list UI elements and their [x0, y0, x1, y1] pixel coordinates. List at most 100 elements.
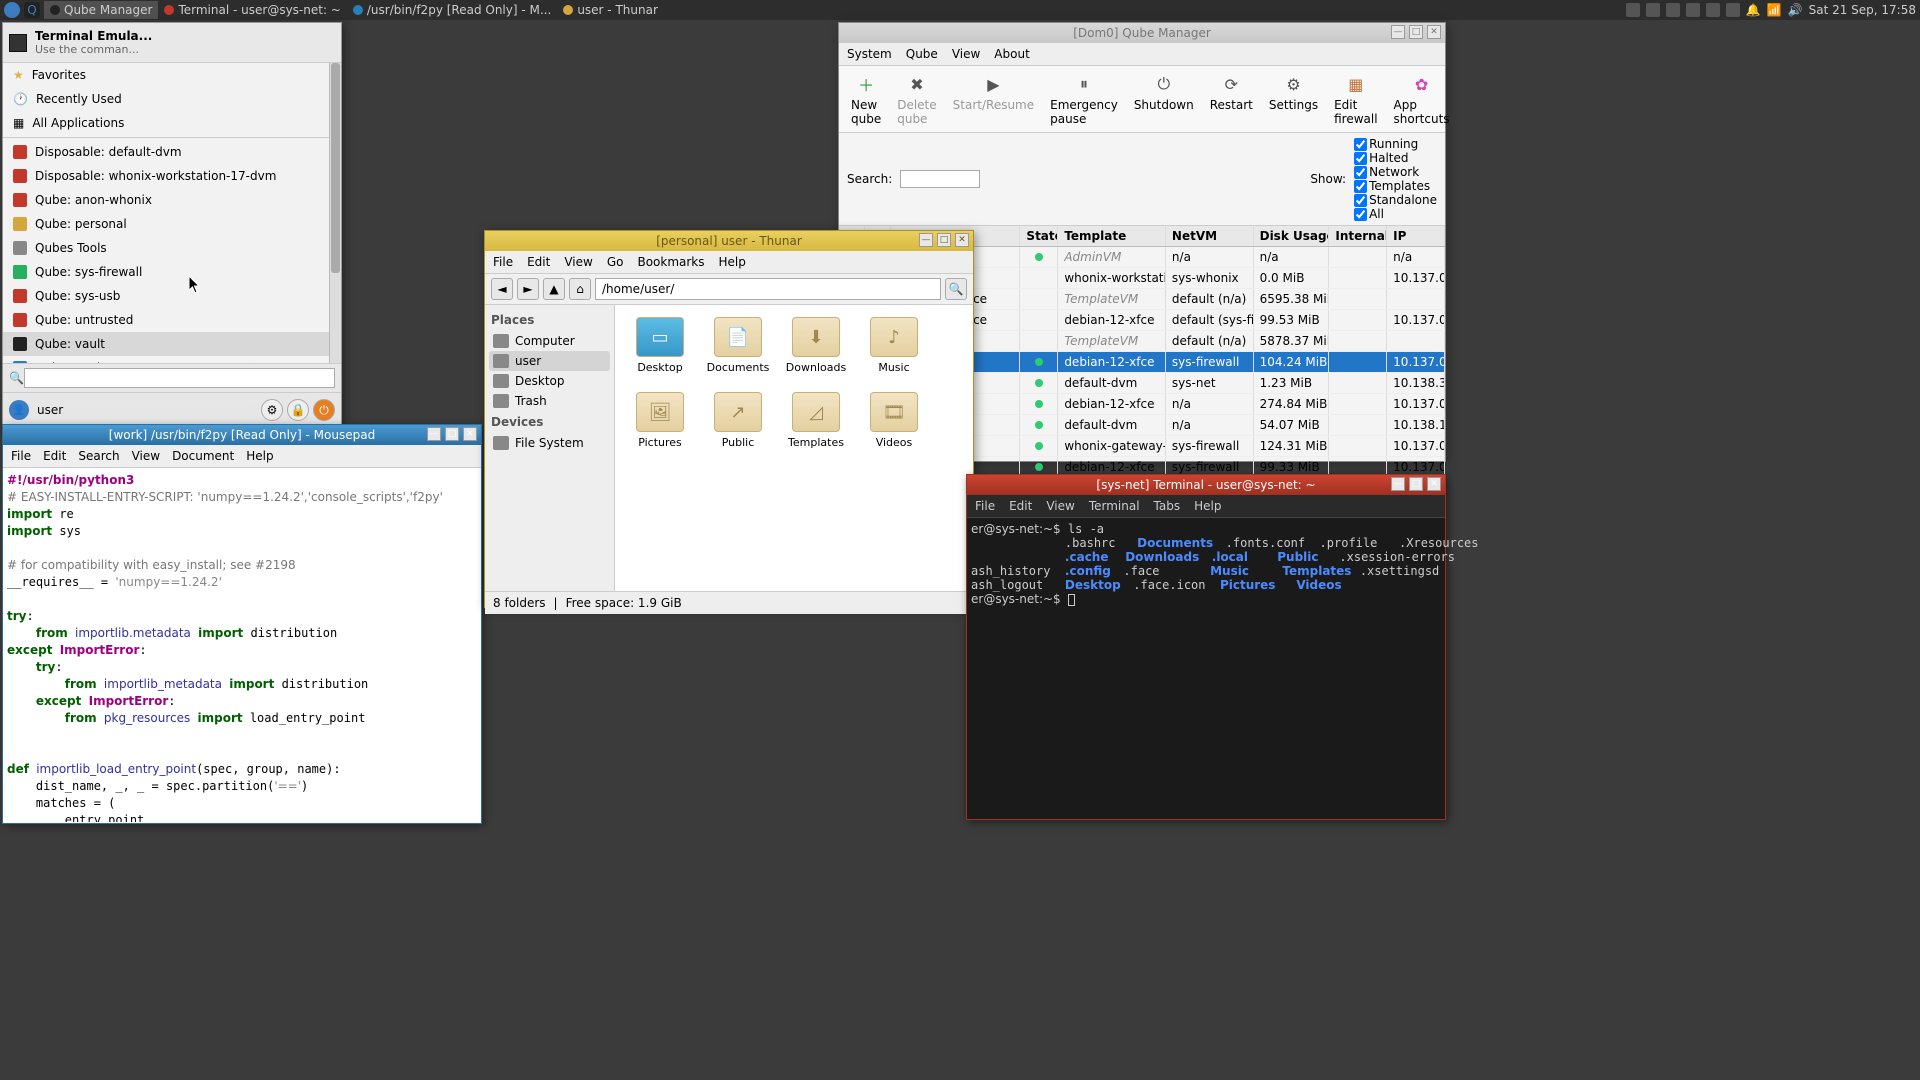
appmenu-category[interactable]: ▦All Applications: [3, 111, 329, 135]
tray-icon[interactable]: [1626, 3, 1640, 17]
folder-videos[interactable]: 🎞Videos: [861, 392, 927, 449]
appmenu-qube-item[interactable]: Qubes Tools: [3, 236, 329, 260]
qubes-menu-button[interactable]: [4, 2, 20, 18]
filter-network-checkbox[interactable]: [1354, 166, 1367, 179]
appmenu-qube-item[interactable]: Disposable: whonix-workstation-17-dvm: [3, 164, 329, 188]
minimize-button[interactable]: —: [1391, 25, 1405, 39]
filter-running-checkbox[interactable]: [1354, 138, 1367, 151]
nav-up-button[interactable]: ▲: [543, 278, 565, 300]
folder-public[interactable]: ↗Public: [705, 392, 771, 449]
menu-item[interactable]: Tabs: [1154, 499, 1181, 513]
menu-item[interactable]: Document: [172, 449, 234, 463]
menu-item[interactable]: File: [11, 449, 31, 463]
terminal-titlebar[interactable]: [sys-net] Terminal - user@sys-net: ~ — □…: [967, 475, 1445, 495]
menu-item[interactable]: Edit: [527, 255, 550, 269]
appmenu-qube-item[interactable]: Qube: anon-whonix: [3, 188, 329, 212]
column-header[interactable]: Internal: [1329, 226, 1387, 246]
menu-item[interactable]: File: [975, 499, 995, 513]
toolbar-app-shortcuts-button[interactable]: ✿App shortcuts: [1386, 70, 1458, 128]
maximize-button[interactable]: □: [445, 427, 459, 441]
filter-halted-checkbox[interactable]: [1354, 152, 1367, 165]
menu-item[interactable]: Qube: [906, 47, 938, 61]
tray-icon[interactable]: [1726, 3, 1740, 17]
column-header[interactable]: Template: [1058, 226, 1166, 246]
terminal-content[interactable]: er@sys-net:~$ ls -a .bashrc Documents .f…: [967, 518, 1445, 610]
apps-menu-button[interactable]: Q: [24, 2, 40, 18]
maximize-button[interactable]: □: [1409, 25, 1423, 39]
place-user[interactable]: user: [489, 351, 610, 371]
place-desktop[interactable]: Desktop: [489, 371, 610, 391]
close-button[interactable]: ✕: [955, 233, 969, 247]
menu-item[interactable]: Bookmarks: [637, 255, 704, 269]
network-icon[interactable]: 📶: [1767, 3, 1782, 17]
menu-item[interactable]: Edit: [43, 449, 66, 463]
path-input[interactable]: [595, 278, 941, 300]
nav-home-button[interactable]: ⌂: [569, 278, 591, 300]
taskbar-item[interactable]: Terminal - user@sys-net: ~: [158, 1, 346, 19]
minimize-button[interactable]: —: [1391, 477, 1405, 491]
appmenu-category[interactable]: ★Favorites: [3, 63, 329, 87]
folder-downloads[interactable]: ⬇Downloads: [783, 317, 849, 374]
appmenu-qube-item[interactable]: Qube: personal: [3, 212, 329, 236]
menu-item[interactable]: View: [1046, 499, 1074, 513]
column-header[interactable]: State: [1020, 226, 1058, 246]
tray-icon[interactable]: [1646, 3, 1660, 17]
nav-forward-button[interactable]: ►: [517, 278, 539, 300]
thunar-icon-view[interactable]: ▭Desktop📄Documents⬇Downloads♪Music🖼Pictu…: [615, 305, 973, 591]
appmenu-category[interactable]: 🕐Recently Used: [3, 87, 329, 111]
column-header[interactable]: Disk Usage: [1254, 226, 1330, 246]
appmenu-qube-item[interactable]: Qube: untrusted: [3, 308, 329, 332]
filter-standalone-checkbox[interactable]: [1354, 194, 1367, 207]
folder-desktop[interactable]: ▭Desktop: [627, 317, 693, 374]
folder-pictures[interactable]: 🖼Pictures: [627, 392, 693, 449]
tray-icon[interactable]: [1706, 3, 1720, 17]
toolbar-settings-button[interactable]: ⚙Settings: [1261, 70, 1326, 128]
appmenu-scrollbar[interactable]: [329, 63, 341, 363]
toolbar-edit-firewall-button[interactable]: ▦Edit firewall: [1326, 70, 1385, 128]
close-button[interactable]: ✕: [1427, 25, 1441, 39]
minimize-button[interactable]: —: [919, 233, 933, 247]
menu-item[interactable]: Help: [719, 255, 746, 269]
menu-item[interactable]: System: [847, 47, 892, 61]
toolbar-new-qube-button[interactable]: ＋New qube: [843, 70, 889, 128]
maximize-button[interactable]: □: [1409, 477, 1423, 491]
appmenu-qube-item[interactable]: Qube: vault: [3, 332, 329, 356]
menu-item[interactable]: Go: [607, 255, 624, 269]
menu-item[interactable]: View: [564, 255, 592, 269]
menu-item[interactable]: Help: [246, 449, 273, 463]
minimize-button[interactable]: —: [427, 427, 441, 441]
appmenu-qube-item[interactable]: Disposable: default-dvm: [3, 140, 329, 164]
tray-icon[interactable]: [1666, 3, 1680, 17]
maximize-button[interactable]: □: [937, 233, 951, 247]
filter-all-checkbox[interactable]: [1354, 208, 1367, 221]
clock[interactable]: Sat 21 Sep, 17:58: [1809, 3, 1916, 17]
thunar-titlebar[interactable]: [personal] user - Thunar — □ ✕: [485, 231, 973, 251]
folder-documents[interactable]: 📄Documents: [705, 317, 771, 374]
toolbar-emergency-pause-button[interactable]: ⏸Emergency pause: [1042, 70, 1126, 128]
appmenu-search-input[interactable]: [24, 368, 335, 388]
menu-item[interactable]: Help: [1194, 499, 1221, 513]
volume-icon[interactable]: 🔊: [1788, 3, 1803, 17]
scrollbar-thumb[interactable]: [331, 63, 340, 273]
qube-manager-titlebar[interactable]: [Dom0] Qube Manager — □ ✕: [839, 23, 1445, 43]
taskbar-item[interactable]: Qube Manager: [44, 1, 158, 19]
settings-button[interactable]: ⚙: [261, 399, 283, 421]
lock-button[interactable]: 🔒: [287, 399, 309, 421]
menu-item[interactable]: Terminal: [1089, 499, 1140, 513]
appmenu-qube-item[interactable]: Qube: sys-firewall: [3, 260, 329, 284]
filter-templates-checkbox[interactable]: [1354, 180, 1367, 193]
user-avatar-icon[interactable]: 👤: [9, 400, 29, 420]
taskbar-item[interactable]: user - Thunar: [557, 1, 664, 19]
notifications-icon[interactable]: 🔔: [1746, 3, 1761, 17]
nav-back-button[interactable]: ◄: [491, 278, 513, 300]
mousepad-titlebar[interactable]: [work] /usr/bin/f2py [Read Only] - Mouse…: [3, 425, 481, 445]
toolbar-shutdown-button[interactable]: ⏻Shutdown: [1126, 70, 1202, 128]
menu-item[interactable]: File: [493, 255, 513, 269]
menu-item[interactable]: Edit: [1009, 499, 1032, 513]
menu-item[interactable]: About: [994, 47, 1029, 61]
column-header[interactable]: IP: [1387, 226, 1445, 246]
qube-search-input[interactable]: [900, 170, 980, 188]
device-item[interactable]: File System: [489, 433, 610, 453]
toolbar-restart-button[interactable]: ⟳Restart: [1202, 70, 1261, 128]
menu-item[interactable]: Search: [78, 449, 119, 463]
